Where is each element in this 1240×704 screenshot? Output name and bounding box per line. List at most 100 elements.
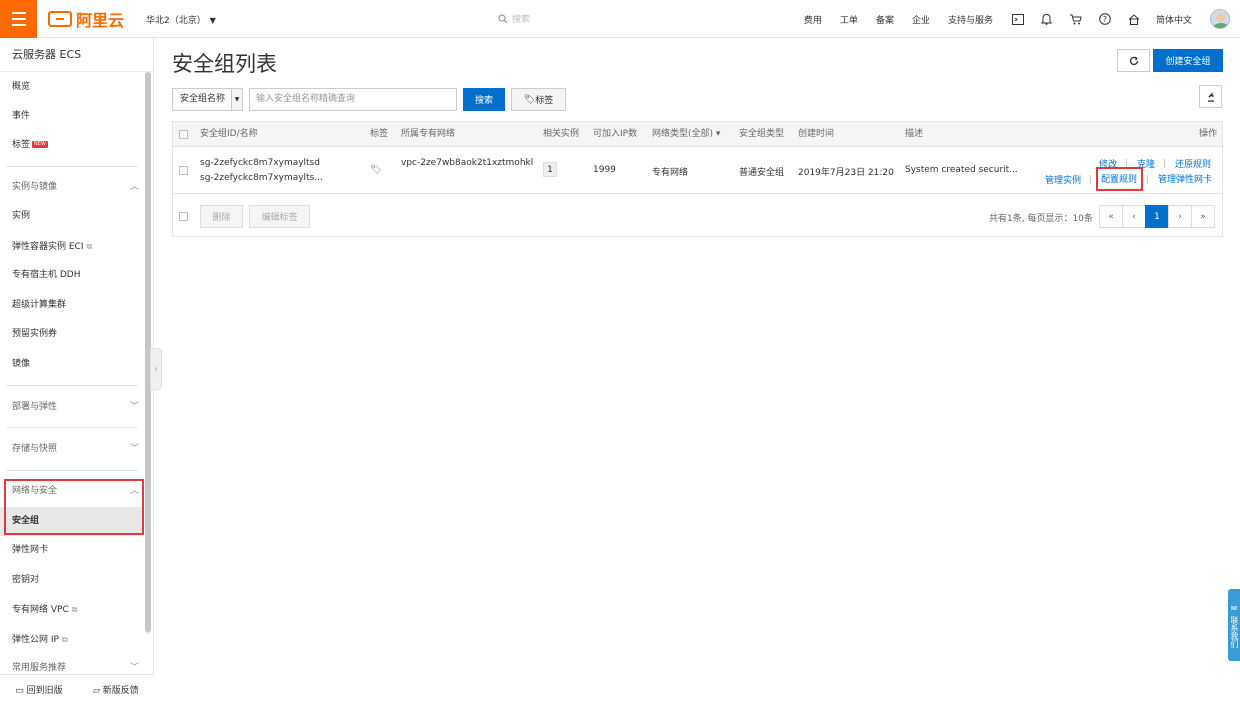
region-selector[interactable]: 华北2（北京） ▼ [146, 13, 216, 26]
manage-instances-link[interactable]: 管理实例 [1045, 173, 1081, 186]
filter-select[interactable]: 安全组名称 ▼ [172, 88, 243, 111]
sidebar-item-eni[interactable]: 弹性网卡 [0, 536, 143, 565]
sidebar-item-eci[interactable]: 弹性容器实例 ECI ⧉ [0, 232, 143, 261]
caret-down-icon: ▼ [209, 16, 216, 25]
chat-icon: ✉ [1230, 604, 1238, 613]
sidebar-group-instances[interactable]: 实例与镜像 ︿ [0, 173, 143, 202]
aliyun-logo[interactable]: 阿里云 [48, 9, 125, 30]
external-link-icon: ⧉ [61, 635, 68, 644]
footer-select-checkbox[interactable] [179, 212, 188, 221]
network-type-label: 网络类型(全部) [652, 129, 714, 139]
bell-icon[interactable] [1040, 12, 1054, 26]
sidebar-group-storage[interactable]: 存储与快照 ﹀ [0, 435, 143, 464]
help-icon[interactable]: ? [1098, 12, 1112, 26]
table-footer: 删除 编辑标签 共有1条, 每页显示：10条 « ‹ 1 › » [173, 195, 1222, 237]
col-tag: 标签 [370, 129, 389, 139]
highlight-box [4, 479, 144, 535]
nav-support[interactable]: 支持与服务 [948, 13, 993, 26]
first-page-button[interactable]: « [1099, 205, 1123, 228]
sg-type: 普通安全组 [739, 168, 785, 178]
create-security-group-button[interactable]: 创建安全组 [1153, 49, 1223, 72]
sidebar-item-label: 弹性网卡 [12, 545, 49, 555]
nav-billing[interactable]: 费用 [804, 13, 822, 26]
col-desc: 描述 [905, 129, 924, 139]
sidebar-item-reserved[interactable]: 预留实例券 [0, 320, 143, 349]
page-button-1[interactable]: 1 [1145, 205, 1169, 228]
tag-filter-button[interactable]: 🏷 标签 [511, 88, 566, 111]
new-badge: NEW [32, 141, 48, 148]
terminal-icon[interactable] [1011, 12, 1025, 26]
contact-us-tab[interactable]: ✉ 联系我们 [1228, 589, 1240, 661]
feedback-link[interactable]: ▱ 新版反馈 [93, 683, 139, 696]
chevron-down-icon: ﹀ [129, 444, 139, 454]
row-checkbox[interactable] [179, 166, 188, 175]
delete-button[interactable]: 删除 [200, 205, 243, 228]
col-network-type[interactable]: 网络类型(全部) ▾ [652, 122, 720, 147]
sidebar-item-events[interactable]: 事件 [0, 102, 143, 131]
divider [6, 166, 138, 167]
top-bar: 阿里云 华北2（北京） ▼ 搜索 费用 工单 备案 企业 支持与服务 ? 简体中文 [0, 0, 1240, 38]
sidebar-item-label: 镜像 [12, 359, 31, 369]
edit-tags-button[interactable]: 编辑标签 [249, 205, 310, 228]
sidebar-item-label: 弹性公网 IP [12, 635, 59, 645]
instance-count: 1 [543, 162, 557, 177]
pagination-summary: 共有1条, 每页显示：10条 [989, 214, 1093, 224]
divider [6, 470, 138, 471]
prev-page-button[interactable]: ‹ [1122, 205, 1146, 228]
sidebar-item-tags[interactable]: 标签 NEW [0, 131, 143, 160]
global-search[interactable]: 搜索 [498, 12, 530, 25]
col-vpc: 所属专有网络 [401, 129, 456, 139]
logo-text: 阿里云 [76, 11, 125, 30]
description: System created securit... [905, 165, 1018, 175]
divider [1090, 175, 1091, 184]
restore-rules-link[interactable]: 还原规则 [1175, 157, 1211, 170]
sidebar-item-eip[interactable]: 弹性公网 IP ⧉ [0, 625, 143, 654]
created-time: 2019年7月23日 21:20 [798, 168, 894, 178]
nav-tickets[interactable]: 工单 [840, 13, 858, 26]
sg-id[interactable]: sg-2zefyckc8m7xymayltsd [200, 158, 320, 168]
next-page-button[interactable]: › [1168, 205, 1192, 228]
col-sg-type: 安全组类型 [739, 129, 785, 139]
search-button[interactable]: 搜索 [463, 88, 505, 111]
language-switch[interactable]: 简体中文 [1156, 13, 1192, 26]
sidebar-item-vpc[interactable]: 专有网络 VPC ⧉ [0, 595, 143, 624]
col-actions: 操作 [1199, 129, 1218, 139]
pagination: « ‹ 1 › » [1099, 205, 1215, 228]
cart-icon[interactable] [1069, 12, 1083, 26]
sidebar-item-keypair[interactable]: 密钥对 [0, 566, 143, 595]
avatar[interactable] [1210, 9, 1230, 29]
manage-eni-link[interactable]: 管理弹性网卡 [1158, 172, 1212, 185]
home-icon[interactable] [1127, 12, 1141, 26]
sidebar-group-label: 存储与快照 [12, 444, 58, 454]
tag-icon[interactable]: 🏷 [370, 165, 381, 175]
col-ip-count: 可加入IP数 [593, 129, 638, 139]
external-link-icon: ⧉ [71, 605, 78, 614]
instance-count-badge[interactable]: 1 [543, 162, 557, 177]
sidebar-group-deploy[interactable]: 部署与弹性 ﹀ [0, 393, 143, 422]
col-created: 创建时间 [798, 129, 835, 139]
vpc-id[interactable]: vpc-2ze7wb8aok2t1xztmohkl [401, 158, 533, 168]
nav-enterprise[interactable]: 企业 [912, 13, 930, 26]
sidebar-item-super-cluster[interactable]: 超级计算集群 [0, 291, 143, 320]
last-page-button[interactable]: » [1191, 205, 1215, 228]
old-version-link[interactable]: ▭ 回到旧版 [15, 683, 62, 696]
highlight-box [1096, 167, 1143, 191]
sidebar-item-overview[interactable]: 概览 [0, 73, 143, 102]
sidebar-footer: ▭ 回到旧版 ▱ 新版反馈 [0, 674, 154, 704]
sidebar-group-label: 实例与镜像 [12, 182, 58, 192]
sidebar-item-instances[interactable]: 实例 [0, 202, 143, 231]
refresh-icon [1129, 56, 1138, 65]
divider [6, 385, 138, 386]
refresh-button[interactable] [1117, 49, 1150, 72]
contact-us-label: 联系我们 [1230, 616, 1239, 648]
divider [1147, 175, 1148, 184]
export-button[interactable] [1199, 85, 1222, 108]
sidebar-item-ddh[interactable]: 专有宿主机 DDH [0, 261, 143, 290]
search-input[interactable]: 输入安全组名称精确查询 [249, 88, 457, 111]
table-row: sg-2zefyckc8m7xymayltsd sg-2zefyckc8m7xy… [173, 147, 1222, 194]
nav-icp[interactable]: 备案 [876, 13, 894, 26]
menu-icon[interactable] [0, 0, 37, 38]
select-all-checkbox[interactable] [179, 130, 188, 139]
sidebar-item-images[interactable]: 镜像 [0, 350, 143, 379]
sidebar-item-label: 弹性容器实例 ECI [12, 242, 84, 252]
